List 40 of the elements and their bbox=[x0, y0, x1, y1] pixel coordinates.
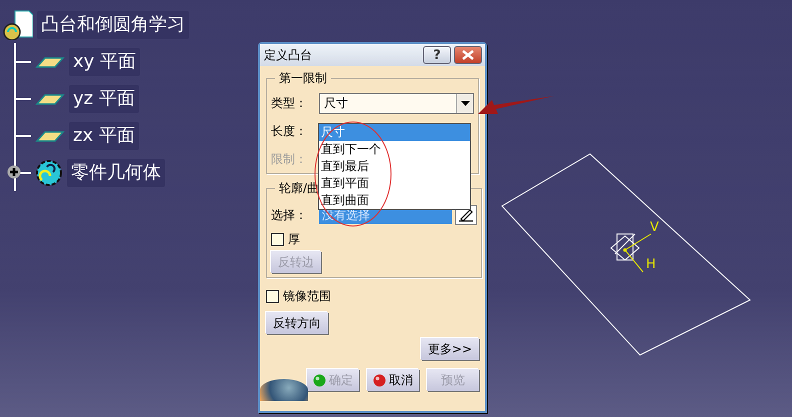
close-button[interactable] bbox=[454, 46, 482, 64]
checkbox-label: 厚 bbox=[288, 230, 300, 248]
tree-item-label[interactable]: yz 平面 bbox=[69, 84, 139, 112]
plane-icon bbox=[35, 92, 65, 106]
type-dropdown[interactable]: 尺寸 bbox=[319, 92, 474, 114]
more-button[interactable]: 更多>> bbox=[420, 338, 479, 360]
select-label: 选择： bbox=[271, 206, 308, 224]
dialog-title: 定义凸台 bbox=[264, 46, 313, 64]
dropdown-option[interactable]: 直到下一个 bbox=[319, 141, 470, 158]
caret-icon bbox=[460, 100, 470, 106]
dropdown-option[interactable]: 直到曲面 bbox=[319, 192, 470, 209]
limit-label: 限制： bbox=[271, 150, 308, 168]
type-label: 类型： bbox=[271, 94, 308, 112]
plane-icon bbox=[35, 54, 65, 68]
close-icon bbox=[462, 50, 474, 60]
length-label: 长度： bbox=[271, 122, 308, 140]
ball-icon bbox=[313, 374, 326, 386]
gear-body-icon bbox=[35, 158, 63, 188]
reverse-direction-button[interactable]: 反转方向 bbox=[266, 312, 328, 334]
ball-icon bbox=[373, 374, 386, 386]
checkbox-label: 镜像范围 bbox=[283, 288, 331, 304]
dropdown-option[interactable]: 直到最后 bbox=[319, 158, 470, 175]
document-gear-icon bbox=[3, 10, 33, 40]
plane-icon bbox=[35, 128, 65, 142]
tree-item-label[interactable]: zx 平面 bbox=[69, 122, 139, 150]
tree-item-label[interactable]: 零件几何体 bbox=[67, 158, 165, 186]
axis-label: H bbox=[646, 257, 656, 272]
expand-icon[interactable] bbox=[7, 165, 21, 179]
axis-label: V bbox=[650, 220, 659, 235]
help-button[interactable]: ? bbox=[423, 46, 451, 64]
checkbox[interactable] bbox=[266, 290, 279, 302]
cancel-button[interactable]: 取消 bbox=[367, 369, 419, 391]
group-title: 第一限制 bbox=[278, 70, 328, 87]
globe-graphic bbox=[260, 379, 308, 401]
tree-item-label[interactable]: xy 平面 bbox=[69, 48, 140, 76]
dropdown-arrow-button[interactable] bbox=[456, 94, 473, 112]
dropdown-option[interactable]: 直到平面 bbox=[319, 175, 470, 192]
tree-root-label[interactable]: 凸台和倒圆角学习 bbox=[37, 10, 189, 38]
checkbox[interactable] bbox=[271, 232, 284, 246]
dropdown-value: 尺寸 bbox=[323, 94, 349, 112]
